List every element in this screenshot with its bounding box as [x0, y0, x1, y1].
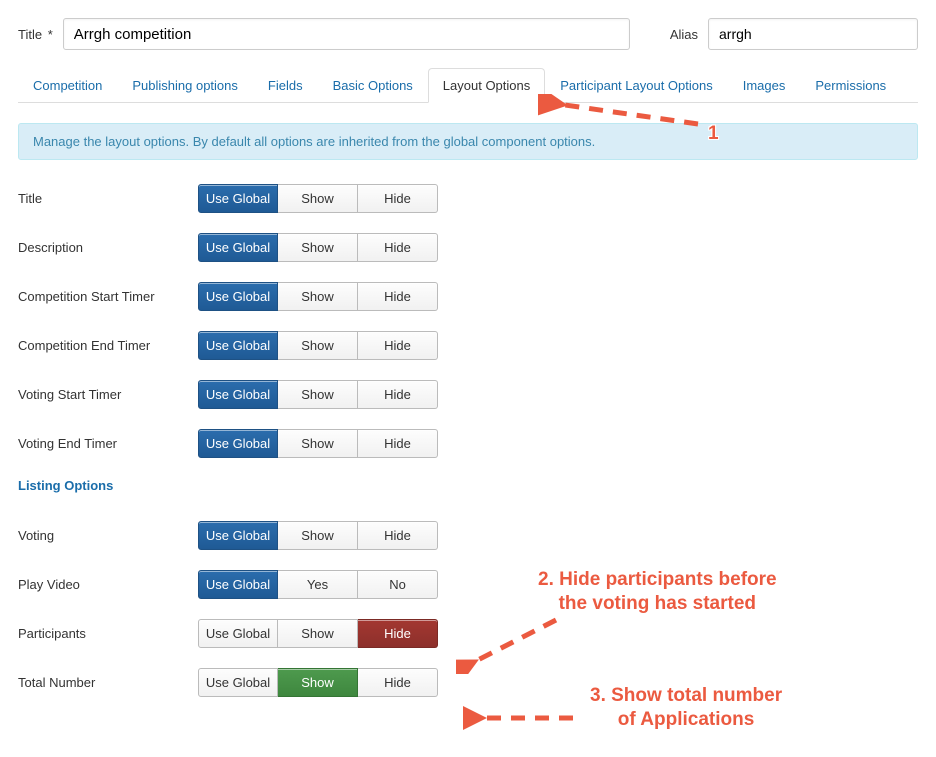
tab-publishing-options[interactable]: Publishing options: [117, 68, 253, 103]
option-label: Description: [18, 240, 198, 255]
seg-show[interactable]: Show: [278, 282, 358, 311]
tab-basic-options[interactable]: Basic Options: [318, 68, 428, 103]
annotation-arrow-3: [463, 702, 583, 734]
option-toggle-participants: Use GlobalShowHide: [198, 619, 438, 648]
option-toggle-voting: Use GlobalShowHide: [198, 521, 438, 550]
title-input[interactable]: [63, 18, 630, 50]
option-row-comp-end: Competition End TimerUse GlobalShowHide: [18, 331, 918, 360]
tab-bar: CompetitionPublishing optionsFieldsBasic…: [18, 68, 918, 103]
option-toggle-total-number: Use GlobalShowHide: [198, 668, 438, 697]
seg-hide[interactable]: Hide: [358, 282, 438, 311]
seg-hide[interactable]: Hide: [358, 668, 438, 697]
seg-use-global[interactable]: Use Global: [198, 184, 278, 213]
tab-fields[interactable]: Fields: [253, 68, 318, 103]
option-label: Voting Start Timer: [18, 387, 198, 402]
option-row-participants: ParticipantsUse GlobalShowHide: [18, 619, 918, 648]
seg-no[interactable]: No: [358, 570, 438, 599]
alias-input[interactable]: [708, 18, 918, 50]
seg-use-global[interactable]: Use Global: [198, 619, 278, 648]
required-asterisk: *: [48, 27, 53, 42]
seg-use-global[interactable]: Use Global: [198, 331, 278, 360]
option-toggle-title: Use GlobalShowHide: [198, 184, 438, 213]
seg-use-global[interactable]: Use Global: [198, 380, 278, 409]
alias-field-label: Alias: [670, 27, 698, 42]
seg-show[interactable]: Show: [278, 619, 358, 648]
option-label: Participants: [18, 626, 198, 641]
section-heading-listing-options: Listing Options: [18, 478, 918, 493]
seg-use-global[interactable]: Use Global: [198, 429, 278, 458]
option-row-vote-start: Voting Start TimerUse GlobalShowHide: [18, 380, 918, 409]
seg-use-global[interactable]: Use Global: [198, 570, 278, 599]
option-label: Total Number: [18, 675, 198, 690]
info-notice: Manage the layout options. By default al…: [18, 123, 918, 160]
seg-use-global[interactable]: Use Global: [198, 521, 278, 550]
seg-hide[interactable]: Hide: [358, 233, 438, 262]
seg-show[interactable]: Show: [278, 521, 358, 550]
option-toggle-vote-end: Use GlobalShowHide: [198, 429, 438, 458]
option-toggle-comp-start: Use GlobalShowHide: [198, 282, 438, 311]
option-label: Title: [18, 191, 198, 206]
option-label: Play Video: [18, 577, 198, 592]
option-row-voting: VotingUse GlobalShowHide: [18, 521, 918, 550]
option-label: Competition End Timer: [18, 338, 198, 353]
option-label: Competition Start Timer: [18, 289, 198, 304]
seg-show[interactable]: Show: [278, 233, 358, 262]
option-toggle-vote-start: Use GlobalShowHide: [198, 380, 438, 409]
seg-hide[interactable]: Hide: [358, 380, 438, 409]
option-toggle-play-video: Use GlobalYesNo: [198, 570, 438, 599]
option-row-play-video: Play VideoUse GlobalYesNo: [18, 570, 918, 599]
seg-hide[interactable]: Hide: [358, 521, 438, 550]
title-field-label: Title *: [18, 27, 53, 42]
option-row-vote-end: Voting End TimerUse GlobalShowHide: [18, 429, 918, 458]
tab-competition[interactable]: Competition: [18, 68, 117, 103]
option-label: Voting: [18, 528, 198, 543]
option-row-total-number: Total NumberUse GlobalShowHide: [18, 668, 918, 697]
option-toggle-comp-end: Use GlobalShowHide: [198, 331, 438, 360]
seg-show[interactable]: Show: [278, 184, 358, 213]
option-row-description: DescriptionUse GlobalShowHide: [18, 233, 918, 262]
seg-show[interactable]: Show: [278, 331, 358, 360]
seg-show[interactable]: Show: [278, 668, 358, 697]
option-label: Voting End Timer: [18, 436, 198, 451]
seg-use-global[interactable]: Use Global: [198, 282, 278, 311]
tab-participant-layout-options[interactable]: Participant Layout Options: [545, 68, 727, 103]
seg-hide[interactable]: Hide: [358, 429, 438, 458]
seg-hide[interactable]: Hide: [358, 619, 438, 648]
option-toggle-description: Use GlobalShowHide: [198, 233, 438, 262]
seg-yes[interactable]: Yes: [278, 570, 358, 599]
seg-use-global[interactable]: Use Global: [198, 668, 278, 697]
seg-hide[interactable]: Hide: [358, 331, 438, 360]
seg-use-global[interactable]: Use Global: [198, 233, 278, 262]
option-row-comp-start: Competition Start TimerUse GlobalShowHid…: [18, 282, 918, 311]
seg-hide[interactable]: Hide: [358, 184, 438, 213]
option-row-title: TitleUse GlobalShowHide: [18, 184, 918, 213]
tab-images[interactable]: Images: [728, 68, 801, 103]
seg-show[interactable]: Show: [278, 380, 358, 409]
tab-layout-options[interactable]: Layout Options: [428, 68, 545, 103]
seg-show[interactable]: Show: [278, 429, 358, 458]
tab-permissions[interactable]: Permissions: [800, 68, 901, 103]
